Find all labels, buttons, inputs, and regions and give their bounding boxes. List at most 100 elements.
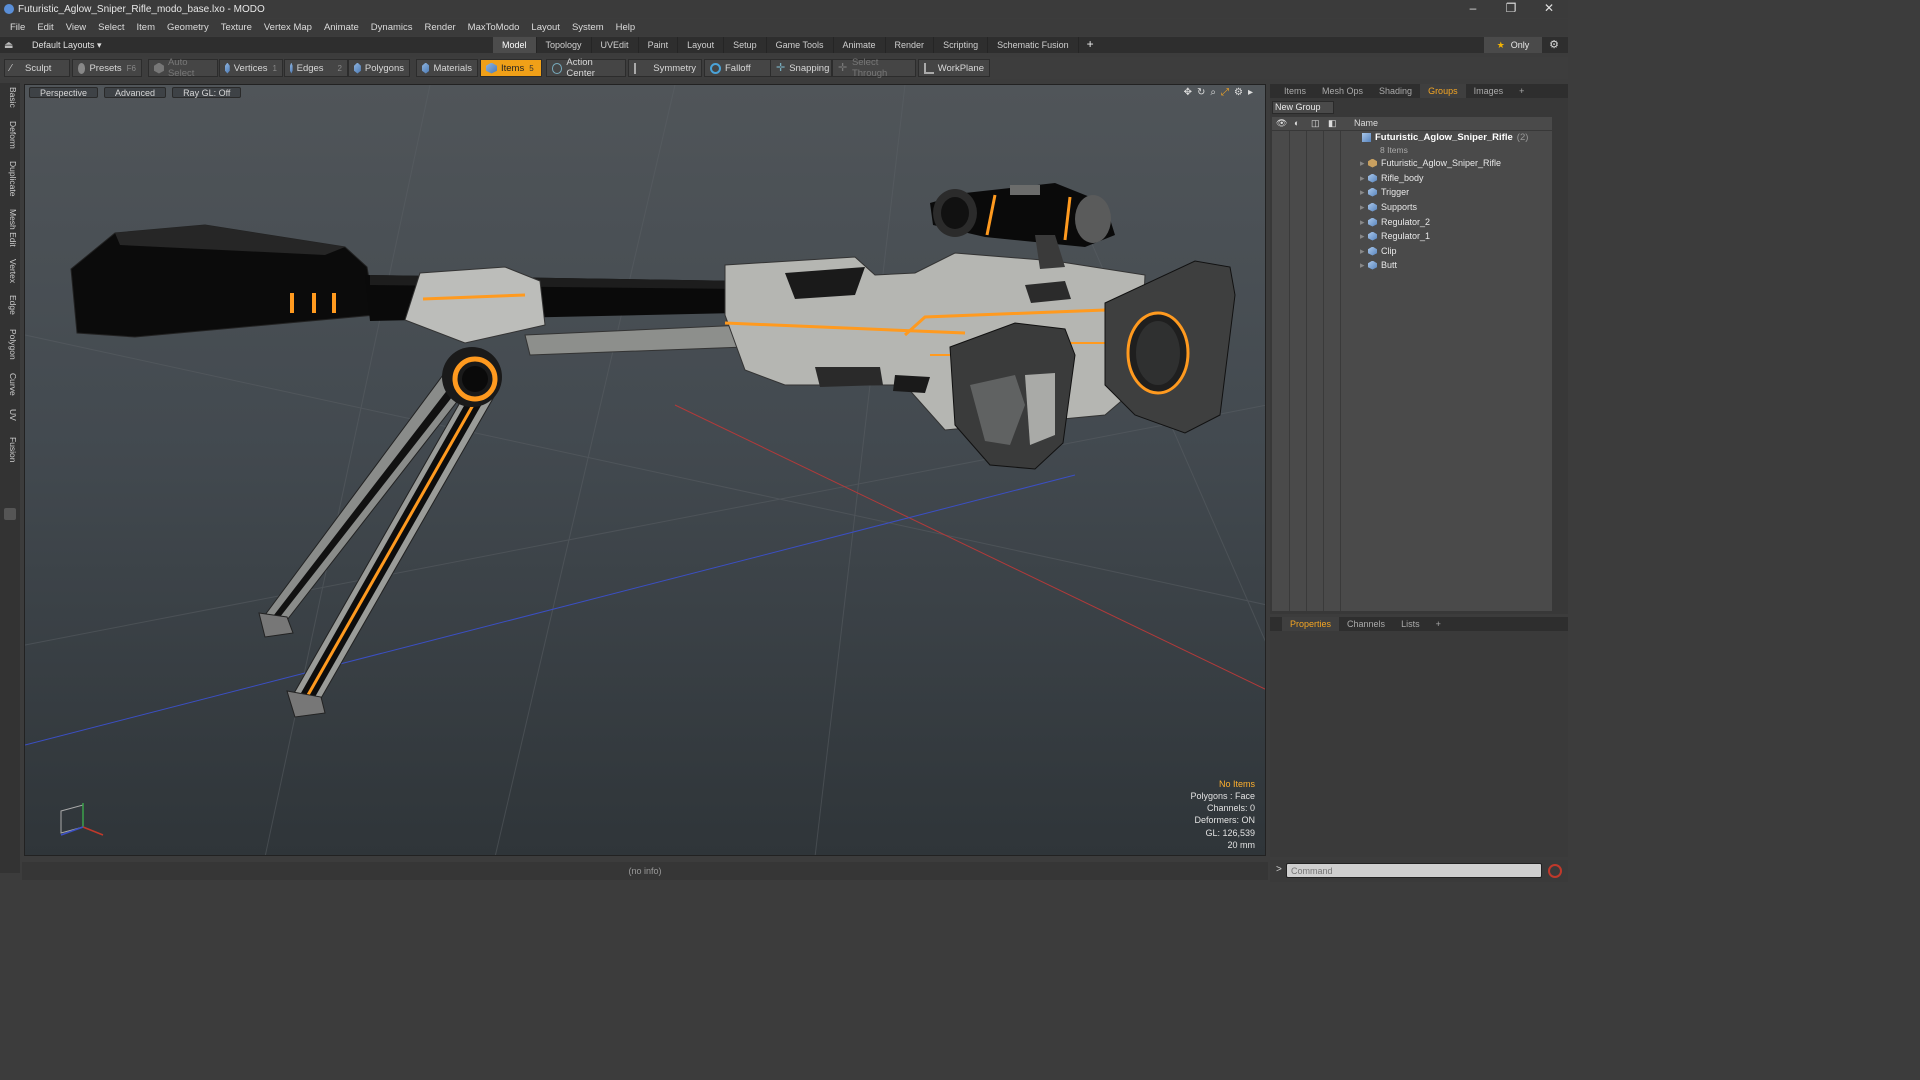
auto-select-button[interactable]: Auto Select — [148, 57, 218, 79]
minimize-button[interactable]: – — [1454, 0, 1492, 18]
group-root-row[interactable]: Futuristic_Aglow_Sniper_Rifle (2) — [1362, 132, 1528, 143]
tab-groups[interactable]: Groups — [1420, 84, 1466, 98]
edges-button[interactable]: Edges 2 — [284, 59, 348, 77]
group-item-row[interactable]: ▸ Supports — [1360, 200, 1417, 214]
group-item-row[interactable]: ▸ Regulator_2 — [1360, 215, 1430, 229]
group-item-row[interactable]: ▸ Clip — [1360, 244, 1397, 258]
vtab-polygon[interactable]: Polygon — [2, 329, 18, 360]
maximize-button[interactable]: ❐ — [1492, 0, 1530, 18]
command-input[interactable] — [1286, 863, 1542, 878]
materials-button[interactable]: Materials — [416, 59, 478, 77]
menu-system[interactable]: System — [566, 22, 610, 33]
vtab-duplicate[interactable]: Duplicate — [2, 161, 18, 196]
close-button[interactable]: ✕ — [1530, 0, 1568, 18]
locator-icon — [1368, 158, 1377, 168]
layout-selector[interactable]: ⏏ Default Layouts ▾ — [4, 37, 102, 53]
tab-render[interactable]: Render — [886, 37, 935, 53]
group-item-row[interactable]: ▸ Regulator_1 — [1360, 229, 1430, 243]
tab-uvedit[interactable]: UVEdit — [592, 37, 639, 53]
select-column-icon[interactable]: ◧ — [1328, 118, 1337, 129]
render-column-icon[interactable]: ◐ — [1294, 118, 1299, 128]
symmetry-button[interactable]: Symmetry — [628, 59, 702, 77]
group-item-row[interactable]: ▸ Futuristic_Aglow_Sniper_Rifle — [1360, 156, 1501, 170]
tab-items[interactable]: Items — [1270, 84, 1314, 98]
shading-mode-button[interactable]: Advanced — [104, 87, 167, 98]
tab-animate[interactable]: Animate — [834, 37, 886, 53]
menu-maxtomodo[interactable]: MaxToModo — [462, 22, 526, 33]
workplane-button[interactable]: WorkPlane — [918, 59, 990, 77]
vtab-basic[interactable]: Basic — [2, 87, 18, 108]
channels-info: Channels: 0 — [1206, 803, 1255, 814]
new-group-button[interactable]: New Group — [1272, 101, 1334, 114]
menu-texture[interactable]: Texture — [215, 22, 258, 33]
maximize-viewport-icon[interactable]: ⤢ — [1221, 87, 1229, 98]
group-item-row[interactable]: ▸ Trigger — [1360, 185, 1409, 199]
viewport-gear-icon[interactable]: ⚙ — [1234, 87, 1243, 98]
action-center-button[interactable]: Action Center — [546, 57, 626, 79]
group-item-row[interactable]: ▸ Butt — [1360, 258, 1397, 272]
vtab-deform[interactable]: Deform — [2, 121, 18, 149]
tab-schematic-fusion[interactable]: Schematic Fusion — [988, 37, 1079, 53]
sculpt-button[interactable]: ⁄ Sculpt — [4, 59, 70, 77]
menu-vertex-map[interactable]: Vertex Map — [258, 22, 318, 33]
tab-layout[interactable]: Layout — [678, 37, 725, 53]
vtab-vertex[interactable]: Vertex — [2, 259, 18, 283]
menu-view[interactable]: View — [60, 22, 92, 33]
snapping-button[interactable]: ✛ Snapping — [770, 59, 832, 77]
tab-shading[interactable]: Shading — [1371, 84, 1420, 98]
tab-mesh-ops[interactable]: Mesh Ops — [1314, 84, 1371, 98]
menu-render[interactable]: Render — [419, 22, 462, 33]
tab-scripting[interactable]: Scripting — [934, 37, 989, 53]
tab-paint[interactable]: Paint — [639, 37, 679, 53]
add-panel-tab-icon[interactable]: + — [1511, 84, 1532, 98]
zoom-icon[interactable]: ⌕ — [1210, 87, 1216, 98]
gear-icon[interactable]: ⚙ — [1546, 37, 1562, 53]
pan-icon[interactable]: ✥ — [1184, 87, 1192, 98]
menu-item[interactable]: Item — [131, 22, 161, 33]
vtab-mesh-edit[interactable]: Mesh Edit — [2, 209, 18, 247]
tab-images[interactable]: Images — [1466, 84, 1512, 98]
menu-select[interactable]: Select — [92, 22, 130, 33]
expand-tools-icon[interactable] — [4, 508, 16, 520]
rotate-icon[interactable]: ↻ — [1197, 87, 1205, 98]
tab-topology[interactable]: Topology — [537, 37, 592, 53]
menu-dynamics[interactable]: Dynamics — [365, 22, 419, 33]
tab-model[interactable]: Model — [493, 37, 537, 53]
presets-button[interactable]: Presets F6 — [72, 59, 142, 77]
rifle-bipod — [258, 347, 502, 718]
menu-file[interactable]: File — [4, 22, 31, 33]
tab-game-tools[interactable]: Game Tools — [767, 37, 834, 53]
lock-column-icon[interactable]: ◫ — [1311, 118, 1320, 129]
select-through-button[interactable]: ✛ Select Through — [832, 57, 916, 79]
falloff-button[interactable]: Falloff — [704, 59, 772, 77]
items-button[interactable]: Items 5 — [480, 59, 542, 77]
stop-icon[interactable] — [1548, 864, 1562, 878]
only-toggle[interactable]: ★ Only — [1484, 37, 1542, 53]
menu-geometry[interactable]: Geometry — [161, 22, 215, 33]
vtab-uv[interactable]: UV — [2, 409, 18, 421]
vtab-edge[interactable]: Edge — [2, 295, 18, 315]
vtab-curve[interactable]: Curve — [2, 373, 18, 396]
name-column-header[interactable]: Name — [1354, 117, 1378, 130]
vtab-fusion[interactable]: Fusion — [2, 437, 18, 463]
menu-animate[interactable]: Animate — [318, 22, 365, 33]
command-bar: > — [1270, 860, 1568, 882]
add-tab-icon[interactable]: + — [1079, 37, 1102, 53]
tab-channels[interactable]: Channels — [1339, 617, 1393, 631]
vertices-button[interactable]: Vertices 1 — [219, 59, 283, 77]
group-item-row[interactable]: ▸ Rifle_body — [1360, 171, 1424, 185]
menu-layout[interactable]: Layout — [525, 22, 566, 33]
3d-viewport[interactable]: Perspective Advanced Ray GL: Off ✥ ↻ ⌕ ⤢… — [24, 84, 1266, 856]
add-properties-tab-icon[interactable]: + — [1428, 617, 1449, 631]
tab-setup[interactable]: Setup — [724, 37, 767, 53]
menu-help[interactable]: Help — [610, 22, 642, 33]
view-mode-button[interactable]: Perspective — [29, 87, 99, 98]
polygons-button[interactable]: Polygons — [348, 59, 410, 77]
tab-properties[interactable]: Properties — [1282, 617, 1340, 631]
viewport-menu-arrow-icon[interactable]: ▸ — [1248, 87, 1253, 98]
raygl-button[interactable]: Ray GL: Off — [172, 87, 242, 98]
visibility-eye-icon[interactable]: 👁 — [1276, 118, 1287, 129]
menu-edit[interactable]: Edit — [31, 22, 59, 33]
tab-lists[interactable]: Lists — [1393, 617, 1428, 631]
layout-pin-icon[interactable]: ⏏ — [4, 40, 18, 51]
